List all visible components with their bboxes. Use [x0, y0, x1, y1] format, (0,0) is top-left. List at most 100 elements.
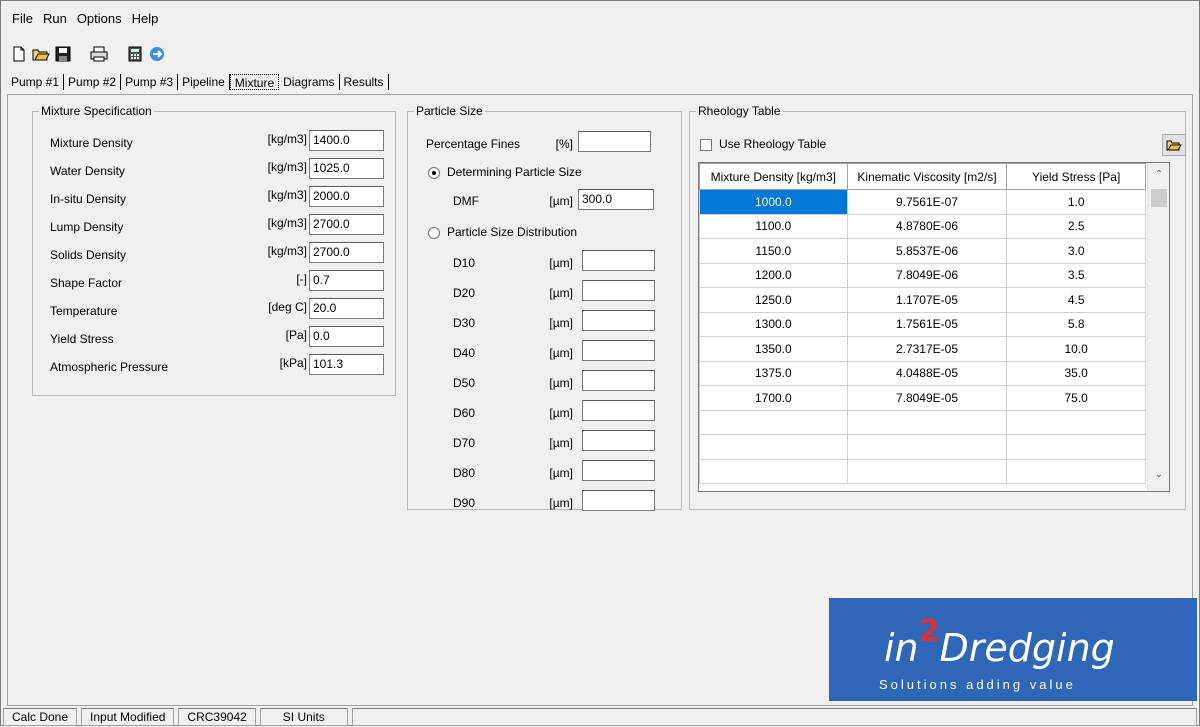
open-folder-icon[interactable] [31, 44, 51, 64]
distribution-input[interactable] [582, 400, 655, 421]
table-row[interactable] [699, 409, 1146, 435]
table-cell[interactable] [699, 434, 848, 460]
field-input[interactable]: 2700.0 [309, 214, 384, 235]
rheology-grid[interactable]: Mixture Density [kg/m3] Kinematic Viscos… [698, 162, 1170, 492]
column-header[interactable]: Yield Stress [Pa] [1006, 163, 1146, 190]
table-cell[interactable]: 1350.0 [699, 336, 848, 362]
distribution-label: D50 [453, 376, 476, 390]
tab-diagrams[interactable]: Diagrams [279, 74, 340, 90]
dmf-input[interactable]: 300.0 [578, 189, 654, 210]
fines-input[interactable] [578, 131, 651, 152]
table-cell[interactable]: 1300.0 [699, 311, 848, 337]
table-cell[interactable]: 1000.0 [699, 189, 848, 215]
table-cell[interactable] [1006, 434, 1146, 460]
field-input[interactable]: 1025.0 [309, 158, 384, 179]
table-cell[interactable]: 1.0 [1006, 189, 1146, 215]
tab-pipeline[interactable]: Pipeline [178, 74, 230, 90]
table-cell[interactable] [846, 409, 1008, 435]
field-input[interactable]: 2000.0 [309, 186, 384, 207]
table-cell[interactable]: 3.5 [1006, 262, 1146, 288]
table-cell[interactable]: 3.0 [1006, 238, 1146, 264]
distribution-input[interactable] [582, 310, 655, 331]
determining-particle-size-radio[interactable] [428, 167, 440, 179]
table-row[interactable]: 1250.0 1.1707E-05 4.5 [699, 287, 1146, 313]
tab-results[interactable]: Results [340, 74, 389, 90]
scroll-up-icon[interactable]: ⌃ [1148, 169, 1170, 189]
table-cell[interactable]: 1.7561E-05 [846, 311, 1008, 337]
distribution-input[interactable] [582, 250, 655, 271]
distribution-input[interactable] [582, 280, 655, 301]
table-row[interactable]: 1300.0 1.7561E-05 5.8 [699, 311, 1146, 337]
table-row[interactable]: 1100.0 4.8780E-06 2.5 [699, 213, 1146, 239]
distribution-input[interactable] [582, 460, 655, 481]
table-cell[interactable]: 75.0 [1006, 385, 1146, 411]
tab-pump-2[interactable]: Pump #2 [64, 74, 122, 90]
menu-file[interactable]: File [7, 11, 38, 26]
field-input[interactable]: 20.0 [309, 298, 384, 319]
tab-pump-3[interactable]: Pump #3 [121, 74, 179, 90]
table-cell[interactable]: 4.0488E-05 [846, 360, 1008, 386]
table-cell[interactable]: 9.7561E-07 [846, 189, 1008, 215]
menu-run[interactable]: Run [38, 11, 72, 26]
table-cell[interactable]: 1200.0 [699, 262, 848, 288]
table-cell[interactable]: 7.8049E-05 [846, 385, 1008, 411]
tab-mixture[interactable]: Mixture [229, 74, 280, 90]
scroll-down-icon[interactable]: ⌄ [1148, 469, 1170, 489]
table-cell[interactable] [1006, 409, 1146, 435]
table-row[interactable]: 1350.0 2.7317E-05 10.0 [699, 336, 1146, 362]
tab-pump-1[interactable]: Pump #1 [7, 74, 65, 90]
table-cell[interactable]: 1375.0 [699, 360, 848, 386]
table-cell[interactable] [699, 458, 848, 484]
table-cell[interactable]: 1.1707E-05 [846, 287, 1008, 313]
table-cell[interactable]: 2.5 [1006, 213, 1146, 239]
print-icon[interactable] [89, 44, 109, 64]
save-icon[interactable] [53, 44, 73, 64]
table-cell[interactable] [846, 434, 1008, 460]
table-cell[interactable]: 10.0 [1006, 336, 1146, 362]
distribution-input[interactable] [582, 430, 655, 451]
table-cell[interactable] [699, 409, 848, 435]
field-input[interactable]: 2700.0 [309, 242, 384, 263]
vertical-scrollbar[interactable]: ⌃ ⌄ [1147, 163, 1169, 491]
column-header[interactable]: Mixture Density [kg/m3] [699, 163, 848, 190]
field-input[interactable]: 0.0 [309, 326, 384, 347]
table-cell[interactable]: 1100.0 [699, 213, 848, 239]
table-row[interactable]: 1150.0 5.8537E-06 3.0 [699, 238, 1146, 264]
table-row[interactable]: 1000.0 9.7561E-07 1.0 [699, 189, 1146, 215]
use-rheology-table-checkbox[interactable] [700, 139, 712, 151]
particle-size-distribution-radio[interactable] [428, 227, 440, 239]
field-input[interactable]: 1400.0 [309, 130, 384, 151]
field-input[interactable]: 101.3 [309, 354, 384, 375]
table-row[interactable] [699, 434, 1146, 460]
table-cell[interactable] [846, 458, 1008, 484]
calculator-icon[interactable] [125, 44, 145, 64]
field-input[interactable]: 0.7 [309, 270, 384, 291]
table-cell[interactable]: 7.8049E-06 [846, 262, 1008, 288]
table-cell[interactable] [1006, 458, 1146, 484]
menu-options[interactable]: Options [72, 11, 127, 26]
scrollbar-thumb[interactable] [1151, 189, 1167, 207]
table-row[interactable]: 1200.0 7.8049E-06 3.5 [699, 262, 1146, 288]
menu-help[interactable]: Help [127, 11, 164, 26]
table-row[interactable]: 1375.0 4.0488E-05 35.0 [699, 360, 1146, 386]
field-label: Mixture Density [50, 136, 133, 150]
field-label: Temperature [50, 304, 118, 318]
distribution-input[interactable] [582, 370, 655, 391]
table-cell[interactable]: 35.0 [1006, 360, 1146, 386]
table-cell[interactable]: 5.8537E-06 [846, 238, 1008, 264]
table-cell[interactable]: 4.5 [1006, 287, 1146, 313]
table-cell[interactable]: 1250.0 [699, 287, 848, 313]
distribution-input[interactable] [582, 340, 655, 361]
column-header[interactable]: Kinematic Viscosity [m2/s] [846, 163, 1008, 190]
table-row[interactable]: 1700.0 7.8049E-05 75.0 [699, 385, 1146, 411]
distribution-input[interactable] [582, 490, 655, 511]
table-cell[interactable]: 1700.0 [699, 385, 848, 411]
table-cell[interactable]: 2.7317E-05 [846, 336, 1008, 362]
new-file-icon[interactable] [9, 44, 29, 64]
table-row[interactable] [699, 458, 1146, 484]
table-cell[interactable]: 5.8 [1006, 311, 1146, 337]
table-cell[interactable]: 4.8780E-06 [846, 213, 1008, 239]
transfer-icon[interactable] [147, 44, 167, 64]
open-folder-icon[interactable] [1162, 134, 1186, 156]
table-cell[interactable]: 1150.0 [699, 238, 848, 264]
